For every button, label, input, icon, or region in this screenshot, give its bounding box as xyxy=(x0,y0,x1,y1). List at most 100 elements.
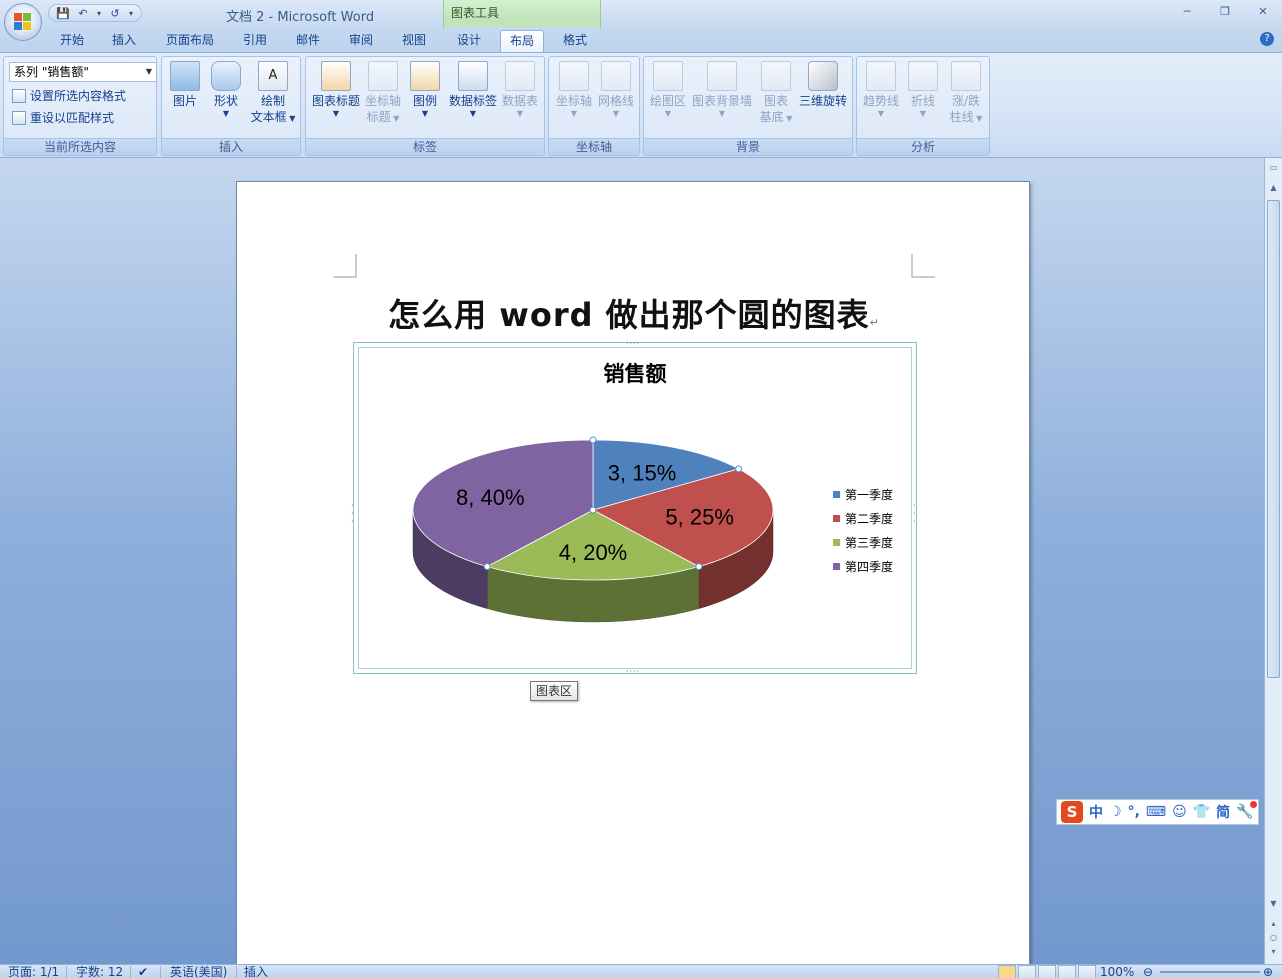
restore-button[interactable]: ❐ xyxy=(1206,0,1244,22)
plot-area-label: 绘图区 xyxy=(649,94,686,108)
legend-button[interactable]: 图例 ▼ xyxy=(408,61,442,119)
redo-icon[interactable]: ↺ xyxy=(107,6,123,20)
scroll-down-icon[interactable]: ▼ xyxy=(1266,896,1281,911)
chart-floor-button[interactable]: 图表 基底 ▼ xyxy=(756,61,796,127)
ruler-toggle-icon[interactable]: ▭ xyxy=(1266,160,1281,175)
dropdown-arrow-icon: ▼ xyxy=(973,114,983,123)
axes-button[interactable]: 坐标轴 ▼ xyxy=(553,61,595,119)
lines-button[interactable]: 折线 ▼ xyxy=(903,61,943,119)
axis-titles-button[interactable]: 坐标轴 标题 ▼ xyxy=(362,61,404,127)
settings-wrench-icon[interactable]: 🔧 xyxy=(1236,801,1257,820)
slice-handle-1 xyxy=(589,436,597,444)
draw-textbox-button[interactable]: A 绘制 文本框 ▼ xyxy=(248,61,298,127)
tab-review[interactable]: 审阅 xyxy=(341,30,381,52)
zoom-out-icon[interactable]: ⊖ xyxy=(1143,965,1153,978)
status-bar: 页面: 1/1 字数: 12 ✔ 英语(美国) 插入 100% ⊖ ⊕ xyxy=(0,964,1282,978)
chart-elements-value: 系列 "销售额" xyxy=(14,65,89,79)
tab-format[interactable]: 格式 xyxy=(555,30,595,52)
simplified-toggle[interactable]: 简 xyxy=(1216,802,1230,822)
outline-view-icon[interactable] xyxy=(1058,965,1076,978)
picture-button[interactable]: 图片 xyxy=(168,61,202,109)
tab-references[interactable]: 引用 xyxy=(235,30,275,52)
skin-icon[interactable]: 👕 xyxy=(1193,804,1210,820)
zoom-slider[interactable] xyxy=(1160,971,1260,973)
notification-dot xyxy=(1249,801,1257,808)
scroll-up-icon[interactable]: ▲ xyxy=(1266,180,1281,195)
data-table-button[interactable]: 数据表 ▼ xyxy=(500,61,540,119)
select-browse-object-icon[interactable]: ○ xyxy=(1266,930,1281,945)
sogou-logo-icon: S xyxy=(1061,801,1083,823)
updown-bars-button[interactable]: 涨/跌 柱线 ▼ xyxy=(945,61,987,127)
document-page[interactable]: 怎么用 word 做出那个圆的图表↵ ···· ···· · · · · · · 销售额… xyxy=(236,181,1030,964)
full-screen-reading-icon[interactable] xyxy=(1018,965,1036,978)
customize-qat-icon[interactable]: ▾ xyxy=(127,6,135,20)
keyboard-icon[interactable]: ⌨ xyxy=(1146,804,1166,820)
page-count[interactable]: 页面: 1/1 xyxy=(8,965,59,978)
office-button[interactable] xyxy=(4,3,42,41)
dropdown-arrow-icon: ▼ xyxy=(421,109,429,118)
tab-home[interactable]: 开始 xyxy=(52,30,92,52)
chart-title-button[interactable]: 图表标题 ▼ xyxy=(310,61,362,119)
language[interactable]: 英语(美国) xyxy=(170,965,227,978)
legend-item: 第四季度 xyxy=(833,554,893,578)
minimize-button[interactable]: ─ xyxy=(1168,0,1206,22)
previous-page-icon[interactable]: ▴ xyxy=(1266,916,1281,931)
web-layout-icon[interactable] xyxy=(1038,965,1056,978)
ime-mode[interactable]: 中 xyxy=(1089,802,1103,822)
chart-elements-dropdown[interactable]: 系列 "销售额" ▼ xyxy=(9,62,157,82)
chart-floor-label-2: 基底 xyxy=(759,110,784,124)
chart-wall-label: 图表背景墙 xyxy=(691,94,752,108)
undo-dropdown-icon[interactable]: ▾ xyxy=(95,6,103,20)
vertical-scrollbar[interactable]: ▭ ▲ ▼ ▴ ○ ▾ xyxy=(1264,158,1282,964)
draft-view-icon[interactable] xyxy=(1078,965,1096,978)
zoom-in-icon[interactable]: ⊕ xyxy=(1263,965,1273,978)
legend-item: 第二季度 xyxy=(833,506,893,530)
print-layout-icon[interactable] xyxy=(998,965,1016,978)
scroll-thumb[interactable] xyxy=(1267,200,1280,678)
close-button[interactable]: ✕ xyxy=(1244,0,1282,22)
slice-handle-0 xyxy=(589,506,597,514)
moon-icon[interactable]: ☽ xyxy=(1109,804,1122,820)
data-table-icon xyxy=(505,61,535,91)
slice-handle-2 xyxy=(735,465,743,473)
ribbon: 系列 "销售额" ▼ 设置所选内容格式 重设以匹配样式 当前所选内容 图片 形状… xyxy=(0,52,1282,158)
group-labels: 图表标题 ▼ 坐标轴 标题 ▼ 图例 ▼ 数据标签 ▼ 数据表 ▼ 标签 xyxy=(305,56,545,156)
slice-handle-4 xyxy=(483,563,491,571)
group-insert: 图片 形状 ▼ A 绘制 文本框 ▼ 插入 xyxy=(161,56,301,156)
tab-insert[interactable]: 插入 xyxy=(104,30,144,52)
punctuation-icon[interactable]: °, xyxy=(1128,804,1140,820)
word-count[interactable]: 字数: 12 xyxy=(76,965,123,978)
next-page-icon[interactable]: ▾ xyxy=(1266,944,1281,959)
gridlines-button[interactable]: 网格线 ▼ xyxy=(595,61,637,119)
axes-icon xyxy=(559,61,589,91)
group-axes: 坐标轴 ▼ 网格线 ▼ 坐标轴 xyxy=(548,56,640,156)
undo-icon[interactable]: ↶ xyxy=(75,6,91,20)
ime-toolbar[interactable]: S 中 ☽ °, ⌨ ☺ 👕 简 🔧 xyxy=(1056,799,1259,825)
proofing-icon[interactable]: ✔ xyxy=(138,965,148,978)
shapes-button[interactable]: 形状 ▼ xyxy=(208,61,244,119)
zoom-level[interactable]: 100% xyxy=(1100,965,1134,978)
chart-legend[interactable]: 第一季度 第二季度 第三季度 第四季度 xyxy=(833,482,893,578)
tab-layout[interactable]: 布局 xyxy=(500,30,544,52)
shapes-icon xyxy=(211,61,241,91)
plot-area-button[interactable]: 绘图区 ▼ xyxy=(648,61,688,119)
data-labels-button[interactable]: 数据标签 ▼ xyxy=(446,61,500,119)
chart-area[interactable]: ···· ···· · · · · · · 销售额 3, 15% 5, 25% 4, 20%… xyxy=(351,340,917,676)
insert-mode[interactable]: 插入 xyxy=(244,965,268,978)
user-icon[interactable]: ☺ xyxy=(1172,804,1187,820)
document-heading[interactable]: 怎么用 word 做出那个圆的图表↵ xyxy=(237,290,1031,336)
3d-rotation-button[interactable]: 三维旋转 xyxy=(796,61,850,109)
chart-wall-button[interactable]: 图表背景墙 ▼ xyxy=(690,61,754,119)
tab-view[interactable]: 视图 xyxy=(394,30,434,52)
tab-page-layout[interactable]: 页面布局 xyxy=(158,30,222,52)
textbox-label-2: 文本框 xyxy=(250,110,287,124)
tab-design[interactable]: 设计 xyxy=(449,30,489,52)
help-icon[interactable]: ? xyxy=(1260,32,1274,46)
tab-mailings[interactable]: 邮件 xyxy=(288,30,328,52)
save-icon[interactable]: 💾 xyxy=(55,6,71,20)
dropdown-arrow-icon: ▼ xyxy=(570,109,578,118)
trendline-button[interactable]: 趋势线 ▼ xyxy=(859,61,903,119)
dropdown-arrow-icon: ▼ xyxy=(332,109,340,118)
format-selection-button[interactable]: 设置所选内容格式 xyxy=(12,87,126,104)
reset-style-button[interactable]: 重设以匹配样式 xyxy=(12,109,114,126)
